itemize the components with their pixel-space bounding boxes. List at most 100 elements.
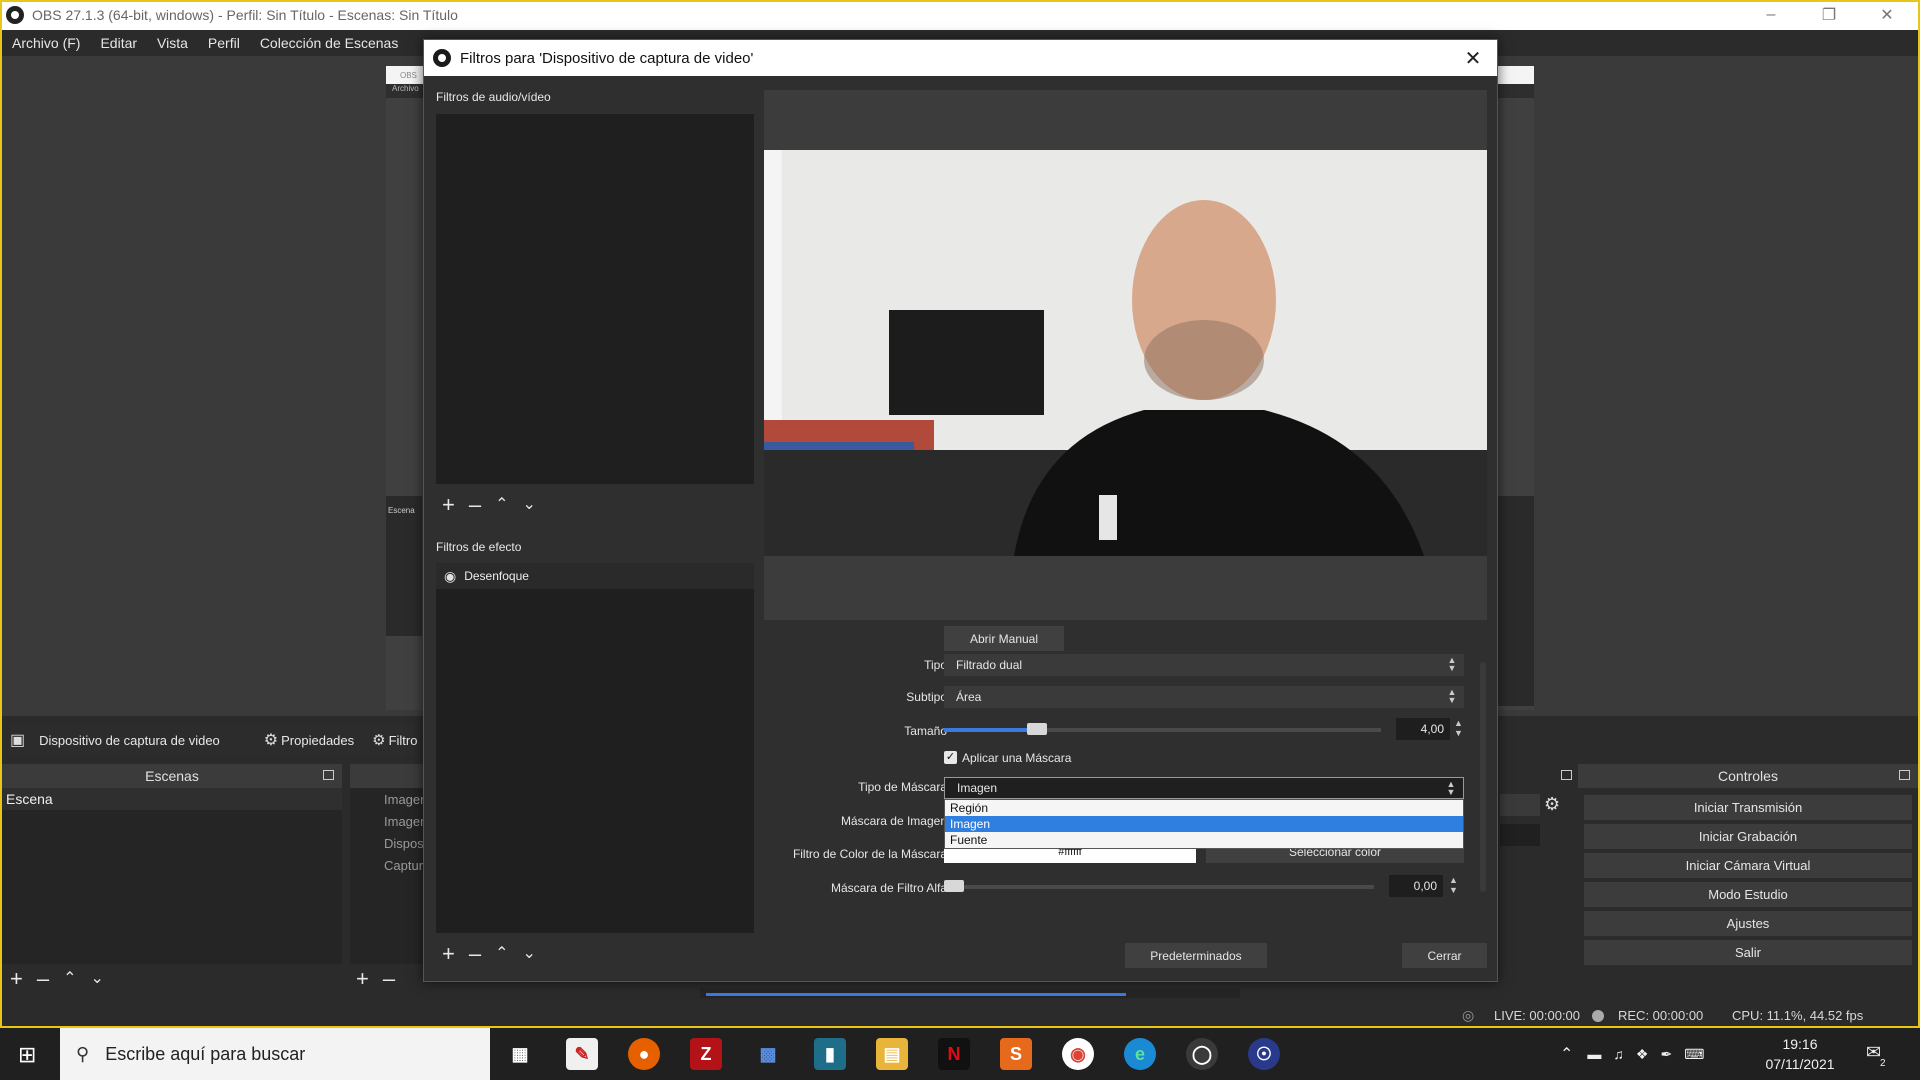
- keyboard-icon[interactable]: ⌨: [1684, 1046, 1704, 1063]
- clock[interactable]: 19:16 07/11/2021: [1760, 1034, 1840, 1074]
- tamano-spinbox[interactable]: 4,00: [1396, 718, 1450, 740]
- remove-filter-icon[interactable]: –: [469, 943, 481, 965]
- alfa-slider-handle[interactable]: [944, 880, 964, 892]
- start-virtual-camera-button[interactable]: Iniciar Cámara Virtual: [1584, 853, 1912, 878]
- filter-icon[interactable]: ⚙: [372, 731, 385, 749]
- battery-icon[interactable]: ▬: [1587, 1046, 1601, 1062]
- remove-source-icon[interactable]: –: [383, 968, 395, 990]
- file-explorer-icon[interactable]: ▤: [876, 1038, 908, 1070]
- close-dialog-button[interactable]: Cerrar: [1402, 943, 1487, 968]
- chrome-icon[interactable]: ◉: [1062, 1038, 1094, 1070]
- move-down-icon[interactable]: ⌄: [523, 946, 536, 962]
- obs-taskbar-icon[interactable]: ◯: [1186, 1038, 1218, 1070]
- search-placeholder: Escribe aquí para buscar: [105, 1043, 306, 1064]
- duration-field[interactable]: [1500, 824, 1540, 846]
- scene-item[interactable]: Escena: [2, 788, 342, 810]
- float-dock-icon[interactable]: [1899, 770, 1910, 780]
- add-source-icon[interactable]: +: [356, 968, 369, 990]
- filter-item-desenfoque[interactable]: ◉ Desenfoque: [436, 563, 754, 589]
- volume-bar: [706, 993, 1126, 996]
- start-recording-button[interactable]: Iniciar Grabación: [1584, 824, 1912, 849]
- av-filters-list[interactable]: [436, 114, 754, 484]
- menu-archivo[interactable]: Archivo (F): [12, 35, 80, 51]
- pen-icon[interactable]: ✒: [1660, 1046, 1672, 1063]
- add-filter-icon[interactable]: +: [442, 494, 455, 516]
- add-filter-icon[interactable]: +: [442, 943, 455, 965]
- gear-icon[interactable]: ⚙: [264, 730, 278, 750]
- eye-icon[interactable]: ◉: [444, 568, 456, 585]
- live-icon: ◎: [1462, 1007, 1475, 1023]
- close-icon[interactable]: ✕: [1461, 46, 1485, 70]
- source-item[interactable]: Disposi: [350, 832, 430, 854]
- controls-dock-title: Controles: [1578, 764, 1918, 788]
- option-imagen[interactable]: Imagen: [945, 816, 1463, 832]
- edge-icon[interactable]: e: [1124, 1038, 1156, 1070]
- studio-mode-button[interactable]: Modo Estudio: [1584, 882, 1912, 907]
- open-manual-button[interactable]: Abrir Manual: [944, 626, 1064, 651]
- menu-perfil[interactable]: Perfil: [208, 35, 240, 51]
- remove-scene-icon[interactable]: –: [37, 968, 49, 990]
- start-streaming-button[interactable]: Iniciar Transmisión: [1584, 795, 1912, 820]
- sublime-icon[interactable]: S: [1000, 1038, 1032, 1070]
- whiteboard-app-icon[interactable]: ✎: [566, 1038, 598, 1070]
- network-app-icon[interactable]: ▩: [752, 1038, 784, 1070]
- move-up-icon[interactable]: ⌃: [495, 946, 508, 962]
- menu-vista[interactable]: Vista: [157, 35, 188, 51]
- alfa-spin-arrows[interactable]: ▲ ▼: [1449, 875, 1458, 895]
- move-down-icon[interactable]: ⌄: [523, 497, 536, 513]
- clock-time: 19:16: [1782, 1036, 1818, 1052]
- taskbar-search[interactable]: ⚲ Escribe aquí para buscar: [60, 1028, 490, 1080]
- filters-button[interactable]: Filtro: [389, 733, 418, 748]
- settings-button[interactable]: Ajustes: [1584, 911, 1912, 936]
- option-region[interactable]: Región: [945, 800, 1463, 816]
- menu-editar[interactable]: Editar: [100, 35, 137, 51]
- firefox-icon[interactable]: ●: [628, 1038, 660, 1070]
- sources-dock-title: [350, 764, 430, 788]
- tipo-mascara-select[interactable]: Imagen ▲ ▼: [944, 777, 1464, 799]
- dropbox-icon[interactable]: ❖: [1636, 1046, 1649, 1063]
- tipo-mascara-label: Tipo de Máscara: [858, 780, 947, 794]
- chevron-up-icon[interactable]: ⌃: [1560, 1044, 1573, 1064]
- properties-button[interactable]: Propiedades: [281, 733, 354, 748]
- remove-filter-icon[interactable]: –: [469, 494, 481, 516]
- alfa-spinbox[interactable]: 0,00: [1389, 875, 1443, 897]
- add-scene-icon[interactable]: +: [10, 968, 23, 990]
- option-fuente[interactable]: Fuente: [945, 832, 1463, 848]
- minimize-button[interactable]: –: [1742, 0, 1800, 30]
- tamano-spin-arrows[interactable]: ▲ ▼: [1454, 718, 1463, 738]
- editor-app-icon[interactable]: ▮: [814, 1038, 846, 1070]
- subtipo-select[interactable]: Área ▲ ▼: [944, 686, 1464, 708]
- exit-button[interactable]: Salir: [1584, 940, 1912, 965]
- defaults-button[interactable]: Predeterminados: [1125, 943, 1267, 968]
- windows-start-icon[interactable]: ⊞: [18, 1042, 36, 1068]
- menu-coleccion-escenas[interactable]: Colección de Escenas: [260, 35, 399, 51]
- window-titlebar: OBS 27.1.3 (64-bit, windows) - Perfil: S…: [0, 0, 1920, 30]
- scenes-toolbar: + – ⌃ ⌄: [10, 968, 118, 990]
- source-item[interactable]: Imagen: [350, 788, 430, 810]
- move-down-icon[interactable]: ⌄: [91, 971, 104, 987]
- aplicar-mascara-label: Aplicar una Máscara: [962, 751, 1072, 765]
- task-view-icon[interactable]: ▦: [504, 1038, 536, 1070]
- float-dock-icon[interactable]: [1561, 770, 1572, 780]
- move-up-icon[interactable]: ⌃: [495, 497, 508, 513]
- vpn-app-icon[interactable]: ☉: [1248, 1038, 1280, 1070]
- tamano-slider[interactable]: [944, 723, 1381, 735]
- transition-select[interactable]: [1500, 794, 1540, 816]
- close-window-button[interactable]: ✕: [1858, 0, 1916, 30]
- aplicar-mascara-checkbox[interactable]: ✓: [944, 751, 957, 764]
- tamano-slider-handle[interactable]: [1027, 723, 1047, 735]
- alfa-slider[interactable]: [944, 880, 1374, 892]
- volume-icon[interactable]: ♫: [1613, 1046, 1624, 1062]
- notifications-icon[interactable]: ✉: [1866, 1042, 1881, 1063]
- netflix-icon[interactable]: N: [938, 1038, 970, 1070]
- filezilla-icon[interactable]: Z: [690, 1038, 722, 1070]
- restore-button[interactable]: ❐: [1800, 0, 1858, 30]
- source-item[interactable]: Captur: [350, 854, 430, 876]
- move-up-icon[interactable]: ⌃: [63, 971, 76, 987]
- properties-scrollbar[interactable]: [1480, 662, 1486, 892]
- source-item[interactable]: Imagen: [350, 810, 430, 832]
- scenes-title: Escenas: [145, 768, 199, 784]
- float-dock-icon[interactable]: [323, 770, 334, 780]
- tipo-select[interactable]: Filtrado dual ▲ ▼: [944, 654, 1464, 676]
- gear-icon[interactable]: ⚙: [1544, 794, 1560, 815]
